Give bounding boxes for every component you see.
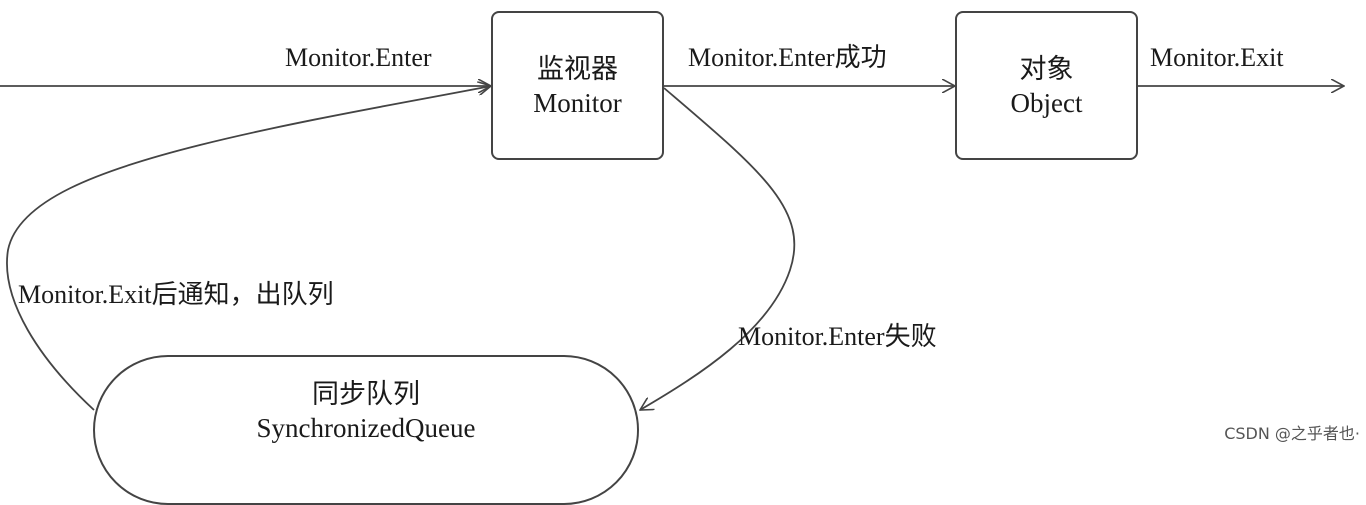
monitor-node: 监视器 Monitor (491, 11, 664, 160)
edge-label-exit: Monitor.Exit (1150, 43, 1284, 72)
watermark: CSDN @之乎者也· (1224, 424, 1360, 443)
edge-label-exit-notify: Monitor.Exit后通知，出队列 (18, 280, 334, 309)
queue-node-label-en: SynchronizedQueue (256, 413, 476, 443)
edge-label-enter-success: Monitor.Enter成功 (688, 43, 887, 72)
object-node-label-en: Object (1010, 87, 1083, 118)
edge-label-enter-fail: Monitor.Enter失败 (738, 322, 937, 351)
monitor-node-label-en: Monitor (533, 87, 622, 118)
synchronized-queue-node: 同步队列 SynchronizedQueue (93, 355, 639, 505)
queue-node-label-cn: 同步队列 (312, 379, 420, 409)
monitor-node-label-cn: 监视器 (537, 53, 618, 84)
edge-label-enter: Monitor.Enter (285, 43, 432, 72)
object-node-label-cn: 对象 (1019, 53, 1074, 84)
object-node: 对象 Object (955, 11, 1138, 160)
